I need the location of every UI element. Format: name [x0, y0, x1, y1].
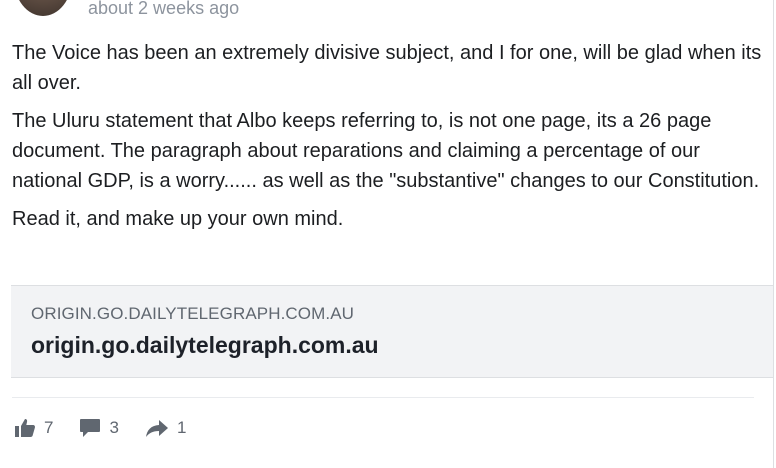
comment-button[interactable]: 3	[79, 418, 119, 438]
actions-divider	[12, 397, 754, 398]
share-arrow-icon	[145, 420, 168, 437]
post-paragraph: The Uluru statement that Albo keeps refe…	[12, 110, 760, 192]
post-actions-bar: 7 3 1	[14, 414, 212, 442]
share-count: 1	[176, 418, 187, 437]
link-preview-domain: ORIGIN.GO.DAILYTELEGRAPH.COM.AU	[31, 304, 355, 323]
link-preview-title[interactable]: origin.go.dailytelegraph.com.au	[31, 332, 379, 359]
post-body: The Voice has been an extremely divisive…	[12, 38, 762, 242]
like-count: 7	[44, 418, 54, 437]
share-button[interactable]: 1	[145, 418, 186, 438]
thumbs-up-icon	[15, 419, 36, 437]
like-button[interactable]: 7	[14, 418, 53, 438]
link-preview-card[interactable]: ORIGIN.GO.DAILYTELEGRAPH.COM.AU origin.g…	[11, 285, 773, 378]
post-paragraph: The Voice has been an extremely divisive…	[12, 42, 762, 94]
post-timestamp[interactable]: about 2 weeks ago	[88, 0, 239, 19]
comment-count: 3	[109, 418, 119, 437]
post-card: about 2 weeks ago The Voice has been an …	[0, 0, 774, 468]
post-paragraph: Read it, and make up your own mind.	[12, 208, 344, 230]
comment-bubble-icon	[80, 419, 101, 437]
avatar[interactable]	[14, 0, 72, 16]
